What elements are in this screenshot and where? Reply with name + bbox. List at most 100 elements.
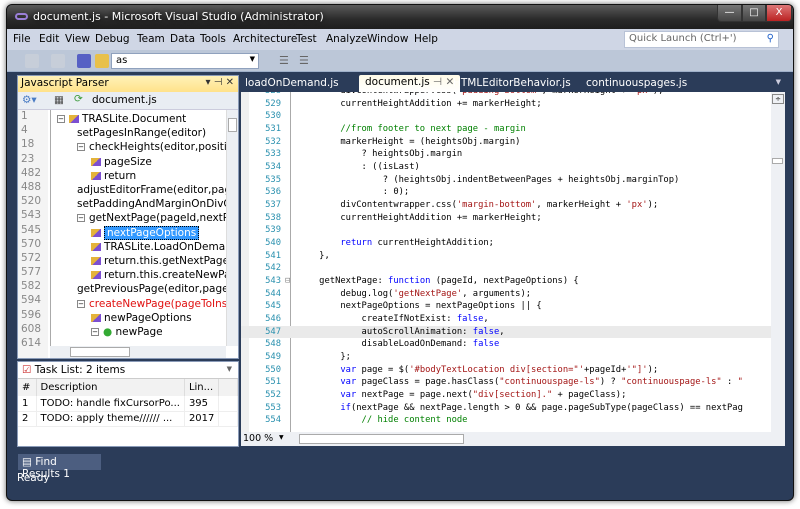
tree-item[interactable]: adjustEditorFrame(editor,pageCou: [77, 183, 226, 197]
tree-item[interactable]: −getNextPage(pageId,nextPageOpt: [77, 211, 226, 225]
menu-tools[interactable]: Tools: [200, 33, 226, 45]
code-editor[interactable]: 528 divContentwrapper.css('padding-botto…: [241, 92, 785, 432]
tree-horizontal-scrollbar[interactable]: [50, 346, 226, 358]
editor-vertical-scrollbar[interactable]: ÷: [771, 92, 785, 432]
find-combo[interactable]: as ▼: [111, 53, 259, 69]
minimize-button[interactable]: —: [717, 5, 742, 22]
navigate-back-icon[interactable]: [25, 54, 39, 68]
code-line[interactable]: 541 },: [241, 250, 771, 263]
chevron-down-icon[interactable]: ▼: [250, 55, 255, 63]
tree-item[interactable]: −checkHeights(editor,position,...op: [77, 140, 226, 154]
tree-item[interactable]: setPagesInRange(editor): [77, 126, 206, 140]
open-folder-icon[interactable]: [95, 54, 109, 68]
tab-continuouspages-js[interactable]: continuouspages.js: [586, 77, 687, 89]
scroll-thumb[interactable]: [772, 158, 783, 164]
table-row[interactable]: 1 TODO: handle fixCursorPo... 395: [18, 396, 238, 412]
line-number: 544: [265, 288, 281, 299]
save-all-icon[interactable]: [77, 54, 91, 68]
zoom-level[interactable]: 100 %: [243, 433, 273, 444]
tree-item[interactable]: nextPageOptions: [91, 225, 200, 240]
code-line[interactable]: 530: [241, 110, 771, 123]
table-row[interactable]: 2 TODO: apply theme////// ... 2017: [18, 411, 238, 427]
tree-item[interactable]: − ● newPage: [91, 325, 163, 339]
outdent-icon[interactable]: ☰: [299, 54, 313, 68]
code-line[interactable]: 553 if(nextPage && nextPage.length > 0 &…: [241, 402, 771, 415]
column-header-description[interactable]: Description: [36, 379, 185, 396]
tab-pin-close-icon[interactable]: ⊣ ✕: [430, 76, 454, 88]
options-icon[interactable]: ⚙▾: [22, 94, 37, 106]
code-line[interactable]: 539: [241, 224, 771, 237]
code-line[interactable]: 538 currentHeightAddition += markerHeigh…: [241, 212, 771, 225]
tree-item[interactable]: setPaddingAndMarginOnDivCont: [77, 197, 226, 211]
tree-item[interactable]: return: [91, 169, 136, 183]
horizontal-scroll-thumb[interactable]: [299, 434, 464, 444]
code-line[interactable]: 544 debug.log('getNextPage', arguments);: [241, 288, 771, 301]
code-line[interactable]: 540 return currentHeightAddition;: [241, 237, 771, 250]
collapse-icon[interactable]: ⊟: [285, 275, 290, 288]
quick-launch-input[interactable]: Quick Launch (Ctrl+') ⚲: [624, 31, 779, 48]
menu-view[interactable]: View: [65, 33, 90, 45]
code-line[interactable]: 548 disableLoadOnDemand: false: [241, 338, 771, 351]
code-line[interactable]: 552 var nextPage = page.next("div[sectio…: [241, 389, 771, 402]
code-line[interactable]: 536 : 0);: [241, 186, 771, 199]
maximize-button[interactable]: □: [742, 5, 766, 22]
collapse-icon[interactable]: −: [57, 115, 65, 123]
tree-item[interactable]: pageSize: [91, 155, 152, 169]
code-line[interactable]: 546 createIfNotExist: false,: [241, 313, 771, 326]
split-handle-icon[interactable]: ÷: [772, 94, 784, 104]
menu-data[interactable]: Data: [170, 33, 195, 45]
tab-htmleditorbehavior-js[interactable]: HTMLEditorBehavior.js: [453, 77, 571, 89]
refresh-icon[interactable]: ▦: [54, 94, 64, 106]
search-icon[interactable]: ⚲: [767, 33, 774, 44]
code-line[interactable]: 532 markerHeight = (heightsObj.margin): [241, 136, 771, 149]
menu-test[interactable]: Test: [296, 33, 317, 45]
code-line[interactable]: 534 : ((isLast): [241, 161, 771, 174]
menu-debug[interactable]: Debug: [95, 33, 130, 45]
tab-overflow-chevron-icon[interactable]: ▼: [776, 78, 781, 86]
tree-item[interactable]: newPageOptions: [91, 311, 192, 325]
code-line[interactable]: 537 divContentwrapper.css('margin-bottom…: [241, 199, 771, 212]
menu-file[interactable]: File: [13, 33, 31, 45]
tree-item[interactable]: −createNewPage(pageToInsertAfte: [77, 297, 226, 311]
menu-architecture[interactable]: Architecture: [233, 33, 297, 45]
column-header-number[interactable]: #: [18, 379, 37, 396]
tree-item[interactable]: − TRASLite.Document: [57, 112, 186, 126]
collapse-icon[interactable]: −: [91, 328, 99, 336]
tab-document-js[interactable]: document.js ⊣ ✕: [359, 75, 461, 92]
close-button[interactable]: X: [766, 5, 792, 22]
code-line[interactable]: 550 var page = $('#bodyTextLocation div[…: [241, 364, 771, 377]
tree-item[interactable]: getPreviousPage(editor,pageId): [77, 282, 226, 296]
navigate-forward-icon[interactable]: [51, 54, 65, 68]
tab-loadondemand-js[interactable]: loadOnDemand.js: [245, 77, 339, 89]
sync-icon[interactable]: ⟳: [74, 93, 83, 105]
collapse-icon[interactable]: −: [77, 214, 85, 223]
code-line[interactable]: 547 autoScrollAnimation: false,: [241, 325, 771, 339]
code-line[interactable]: 551 var pageClass = page.hasClass("conti…: [241, 376, 771, 389]
chevron-down-icon[interactable]: ▼: [279, 434, 284, 441]
tree-item[interactable]: return.this.createNewPage(: [91, 268, 226, 282]
menu-team[interactable]: Team: [137, 33, 165, 45]
code-line[interactable]: 529 currentHeightAddition += markerHeigh…: [241, 98, 771, 111]
find-results-tab[interactable]: ▤ Find Results 1: [18, 454, 101, 480]
tree-item[interactable]: TRASLite.LoadOnDemand.l: [91, 240, 226, 254]
code-line[interactable]: 543 getNextPage: function (pageId, nextP…: [241, 275, 771, 288]
column-header-line[interactable]: Lin...: [184, 379, 220, 396]
collapse-icon[interactable]: −: [77, 299, 85, 308]
tree-vertical-scrollbar[interactable]: [226, 110, 238, 346]
menu-window[interactable]: Window: [367, 33, 408, 45]
code-line[interactable]: 531 //from footer to next page - margin: [241, 123, 771, 136]
menu-edit[interactable]: Edit: [39, 33, 59, 45]
menu-help[interactable]: Help: [414, 33, 438, 45]
code-line[interactable]: 554 // hide content node: [241, 414, 771, 427]
indent-icon[interactable]: ☰: [279, 54, 293, 68]
panel-controls[interactable]: ▾ ⊣ ✕: [206, 77, 234, 88]
menu-analyze[interactable]: Analyze: [326, 33, 367, 45]
collapse-icon[interactable]: −: [77, 143, 85, 152]
chevron-down-icon[interactable]: ▼: [227, 365, 232, 373]
code-line[interactable]: 545 nextPageOptions = nextPageOptions ||…: [241, 300, 771, 313]
code-line[interactable]: 549 };: [241, 351, 771, 364]
code-line[interactable]: 533 ? heightsObj.margin: [241, 148, 771, 161]
code-line[interactable]: 542: [241, 262, 771, 275]
code-line[interactable]: 535 ? (heightsObj.indentBetweenPages + h…: [241, 174, 771, 187]
tree-item[interactable]: return.this.getNextPage(pa: [91, 254, 226, 268]
